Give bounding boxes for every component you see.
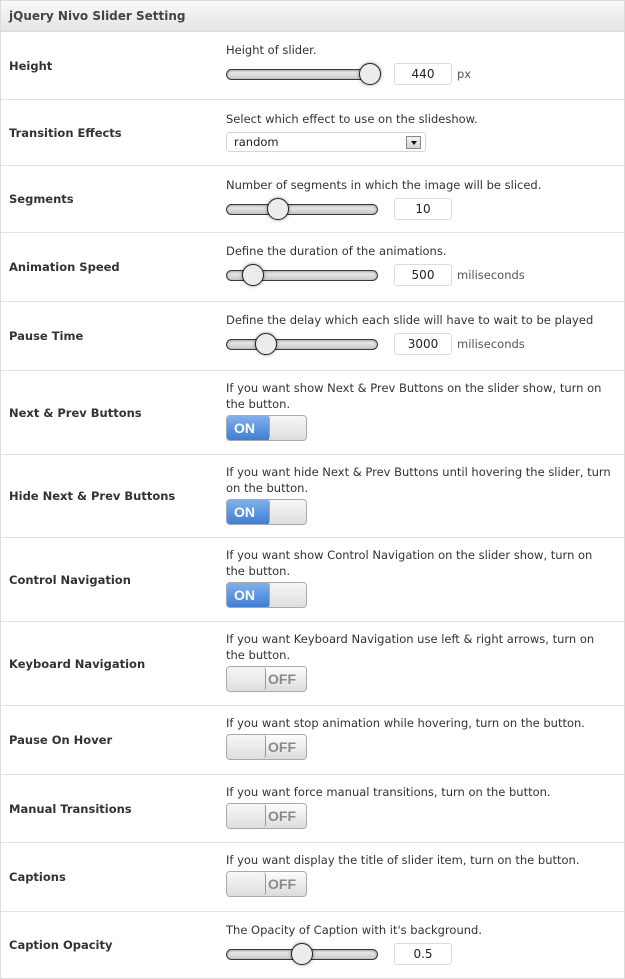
- next-prev-toggle[interactable]: ON: [226, 415, 307, 441]
- animation-speed-slider[interactable]: [226, 264, 378, 286]
- pause-time-desc: Define the delay which each slide will h…: [226, 313, 594, 327]
- toggle-handle: [227, 667, 266, 691]
- manual-toggle[interactable]: OFF: [226, 803, 307, 829]
- manual-label: Manual Transitions: [9, 801, 132, 816]
- pause-time-slider[interactable]: [226, 333, 378, 355]
- transition-desc: Select which effect to use on the slides…: [226, 112, 478, 126]
- row-transition-effects: Transition Effects Select which effect t…: [1, 100, 624, 166]
- toggle-handle: [227, 872, 266, 896]
- transition-select[interactable]: random: [226, 132, 426, 152]
- segments-slider[interactable]: [226, 198, 378, 220]
- pause-hover-desc: If you want stop animation while hoverin…: [226, 716, 585, 730]
- pause-hover-toggle[interactable]: OFF: [226, 734, 307, 760]
- height-desc: Height of slider.: [226, 43, 317, 57]
- toggle-state: OFF: [266, 667, 306, 691]
- slider-handle[interactable]: [291, 943, 313, 965]
- caption-opacity-input[interactable]: 0.5: [394, 943, 452, 965]
- height-input[interactable]: 440: [394, 63, 452, 85]
- animation-speed-desc: Define the duration of the animations.: [226, 244, 447, 258]
- row-caption-opacity: Caption Opacity The Opacity of Caption w…: [1, 912, 624, 978]
- manual-desc: If you want force manual transitions, tu…: [226, 785, 551, 799]
- control-nav-toggle[interactable]: ON: [226, 582, 307, 608]
- height-unit: px: [457, 67, 472, 81]
- slider-handle[interactable]: [358, 63, 381, 85]
- keyboard-nav-label: Keyboard Navigation: [9, 656, 146, 671]
- control-nav-label: Control Navigation: [9, 572, 131, 587]
- pause-time-input[interactable]: 3000: [394, 333, 452, 355]
- toggle-state: ON: [227, 583, 269, 607]
- slider-handle[interactable]: [267, 198, 289, 220]
- toggle-handle: [227, 735, 266, 759]
- hide-next-prev-toggle[interactable]: ON: [226, 499, 307, 525]
- row-height: Height Height of slider. 440 px: [1, 32, 624, 100]
- caption-opacity-label: Caption Opacity: [9, 938, 113, 952]
- next-prev-label: Next & Prev Buttons: [9, 405, 142, 420]
- settings-panel: jQuery Nivo Slider Setting Height Height…: [0, 0, 625, 979]
- toggle-state: ON: [227, 416, 269, 440]
- row-keyboard-navigation: Keyboard Navigation If you want Keyboard…: [1, 622, 624, 706]
- transition-label: Transition Effects: [9, 125, 122, 140]
- segments-label: Segments: [9, 192, 74, 206]
- toggle-handle: [269, 583, 306, 607]
- height-label: Height: [9, 58, 53, 73]
- animation-speed-unit: miliseconds: [457, 268, 525, 282]
- captions-toggle[interactable]: OFF: [226, 871, 307, 897]
- row-pause-time: Pause Time Define the delay which each s…: [1, 302, 624, 371]
- slider-handle[interactable]: [241, 264, 264, 286]
- caption-opacity-desc: The Opacity of Caption with it's backgro…: [226, 923, 482, 937]
- toggle-state: OFF: [266, 735, 306, 759]
- caption-opacity-slider[interactable]: [226, 943, 378, 965]
- row-pause-on-hover: Pause On Hover If you want stop animatio…: [1, 706, 624, 775]
- animation-speed-input[interactable]: 500: [394, 264, 452, 286]
- hide-next-prev-label: Hide Next & Prev Buttons: [9, 489, 176, 503]
- panel-title: jQuery Nivo Slider Setting: [1, 0, 624, 32]
- toggle-state: OFF: [266, 872, 306, 896]
- control-nav-desc: If you want show Control Navigation on t…: [226, 548, 593, 578]
- hide-next-prev-desc: If you want hide Next & Prev Buttons unt…: [226, 465, 611, 495]
- toggle-state: OFF: [266, 804, 306, 828]
- toggle-state: ON: [227, 500, 269, 524]
- animation-speed-label: Animation Speed: [9, 260, 120, 274]
- row-captions: Captions If you want display the title o…: [1, 843, 624, 912]
- row-control-navigation: Control Navigation If you want show Cont…: [1, 538, 624, 622]
- pause-time-unit: miliseconds: [457, 337, 525, 351]
- row-segments: Segments Number of segments in which the…: [1, 166, 624, 233]
- keyboard-nav-desc: If you want Keyboard Navigation use left…: [226, 632, 595, 662]
- pause-time-label: Pause Time: [9, 329, 84, 343]
- slider-handle[interactable]: [255, 333, 277, 355]
- transition-selected-value: random: [234, 135, 279, 149]
- segments-input[interactable]: 10: [394, 198, 452, 220]
- row-manual-transitions: Manual Transitions If you want force man…: [1, 775, 624, 843]
- pause-hover-label: Pause On Hover: [9, 733, 113, 747]
- captions-desc: If you want display the title of slider …: [226, 853, 580, 867]
- row-animation-speed: Animation Speed Define the duration of t…: [1, 233, 624, 302]
- next-prev-desc: If you want show Next & Prev Buttons on …: [226, 381, 602, 411]
- captions-label: Captions: [9, 870, 66, 884]
- keyboard-nav-toggle[interactable]: OFF: [226, 666, 307, 692]
- toggle-handle: [269, 416, 306, 440]
- row-hide-next-prev-buttons: Hide Next & Prev Buttons If you want hid…: [1, 455, 624, 538]
- height-slider[interactable]: [226, 63, 381, 85]
- toggle-handle: [269, 500, 306, 524]
- row-next-prev-buttons: Next & Prev Buttons If you want show Nex…: [1, 371, 624, 455]
- segments-desc: Number of segments in which the image wi…: [226, 178, 542, 192]
- chevron-down-icon[interactable]: [406, 136, 421, 149]
- toggle-handle: [227, 804, 266, 828]
